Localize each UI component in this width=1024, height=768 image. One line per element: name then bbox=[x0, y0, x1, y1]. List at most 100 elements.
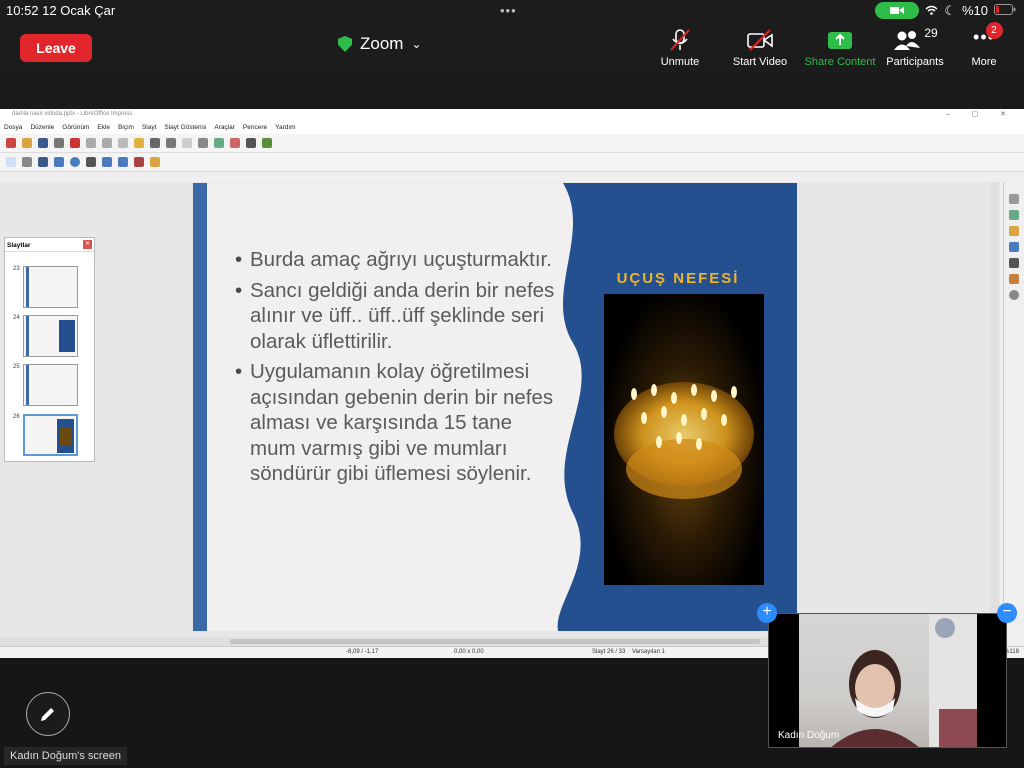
menu-gorunum[interactable]: Görünüm bbox=[62, 124, 89, 131]
share-arrow-icon bbox=[828, 32, 852, 49]
spelling-icon[interactable] bbox=[166, 138, 176, 148]
standard-toolbar bbox=[0, 134, 1024, 153]
moon-icon: ☾ bbox=[944, 2, 956, 18]
menu-bar: Dosya Düzenle Görünüm Ekle Biçim Slayt S… bbox=[0, 120, 1024, 134]
ellipse-icon[interactable] bbox=[70, 157, 80, 167]
menu-duzenle[interactable]: Düzenle bbox=[30, 124, 54, 131]
unmute-button[interactable]: Unmute bbox=[659, 28, 701, 68]
close-pane-icon[interactable]: ✕ bbox=[83, 240, 92, 249]
current-slide[interactable]: Burda amaç ağrıyı uçuşturmaktır. Sancı g… bbox=[193, 183, 797, 631]
status-layout: Varsayılan 1 bbox=[632, 649, 665, 655]
bullet-item: Uygulamanın kolay öğretilmesi açısından … bbox=[235, 359, 560, 487]
thumb-number: 23 bbox=[13, 266, 20, 272]
menu-bicim[interactable]: Biçim bbox=[118, 124, 134, 131]
menu-dosya[interactable]: Dosya bbox=[4, 124, 22, 131]
slide-transition-icon[interactable] bbox=[1009, 210, 1019, 220]
undo-icon[interactable] bbox=[134, 138, 144, 148]
star-icon[interactable] bbox=[118, 157, 128, 167]
annotate-button[interactable] bbox=[26, 692, 70, 736]
menu-yardim[interactable]: Yardım bbox=[275, 124, 295, 131]
share-content-button[interactable]: Share Content bbox=[802, 28, 878, 68]
text-box-icon[interactable] bbox=[246, 138, 256, 148]
status-right: ☾ %10 bbox=[875, 2, 1016, 19]
open-icon[interactable] bbox=[22, 138, 32, 148]
save-icon[interactable] bbox=[38, 138, 48, 148]
participant-name: Kadın Doğum bbox=[778, 730, 840, 741]
expand-video-icon[interactable]: + bbox=[757, 603, 777, 623]
zoom-icon[interactable] bbox=[22, 157, 32, 167]
bullet-item: Burda amaç ağrıyı uçuşturmaktır. bbox=[235, 247, 560, 273]
slide-thumbnail[interactable] bbox=[23, 315, 78, 357]
grid-icon[interactable] bbox=[182, 138, 192, 148]
thumb-number: 25 bbox=[13, 364, 20, 370]
bullet-item: Sancı geldiği anda derin bir nefes alını… bbox=[235, 278, 560, 355]
meeting-title[interactable]: Zoom ⌄ bbox=[338, 34, 422, 54]
slides-pane: Slaytlar ✕ 23 24 25 26 bbox=[4, 237, 95, 462]
paste-icon[interactable] bbox=[118, 138, 128, 148]
fontwork-icon[interactable] bbox=[150, 157, 160, 167]
line-icon[interactable] bbox=[38, 157, 48, 167]
battery-icon bbox=[994, 3, 1016, 18]
participants-button[interactable]: 29 Participants bbox=[883, 26, 947, 68]
sidebar-deck bbox=[1003, 182, 1024, 646]
copy-icon[interactable] bbox=[102, 138, 112, 148]
menu-slayt[interactable]: Slayt bbox=[142, 124, 156, 131]
scroll-thumb[interactable] bbox=[230, 639, 760, 644]
chevron-down-icon: ⌄ bbox=[411, 37, 422, 51]
new-icon[interactable] bbox=[6, 138, 16, 148]
shapes-icon[interactable] bbox=[102, 157, 112, 167]
menu-ekle[interactable]: Ekle bbox=[97, 124, 110, 131]
meeting-title-text: Zoom bbox=[360, 34, 404, 53]
wifi-icon bbox=[925, 3, 938, 18]
window-title: damla nasıl vidoda.pptx - LibreOffice Im… bbox=[12, 111, 133, 117]
select-icon[interactable] bbox=[6, 157, 16, 167]
leave-button[interactable]: Leave bbox=[20, 34, 92, 62]
camera-in-use-icon bbox=[875, 2, 920, 19]
find-icon[interactable] bbox=[150, 138, 160, 148]
slide-accent-bar bbox=[193, 183, 207, 631]
status-size: 0,00 x 0,00 bbox=[454, 649, 484, 655]
slide-thumbnail[interactable] bbox=[23, 266, 78, 308]
zoom-toolbar: 10:52 12 Ocak Çar ••• ☾ %10 Leave Zoom ⌄… bbox=[0, 0, 1024, 75]
window-controls[interactable]: – ▢ ✕ bbox=[946, 109, 1016, 120]
menu-araclar[interactable]: Araçlar bbox=[214, 124, 235, 131]
cut-icon[interactable] bbox=[86, 138, 96, 148]
pencil-icon bbox=[41, 708, 54, 721]
bullet-list: Burda amaç ağrıyı uçuşturmaktır. Sancı g… bbox=[235, 247, 560, 492]
slide-thumbnail[interactable] bbox=[23, 364, 78, 406]
more-dots-icon: ••• 2 bbox=[973, 22, 1003, 52]
styles-icon[interactable] bbox=[1009, 258, 1019, 268]
menu-slayt-gosterisi[interactable]: Slayt Gösterisi bbox=[164, 124, 206, 131]
animation-icon[interactable] bbox=[1009, 226, 1019, 236]
table-icon[interactable] bbox=[198, 138, 208, 148]
navigator-icon[interactable] bbox=[1009, 290, 1019, 300]
properties-icon[interactable] bbox=[1009, 194, 1019, 204]
start-video-button[interactable]: Start Video bbox=[730, 28, 790, 68]
security-shield-icon bbox=[338, 36, 352, 52]
muted-mic-icon bbox=[670, 29, 690, 51]
master-slides-icon[interactable] bbox=[1009, 242, 1019, 252]
slideshow-icon[interactable] bbox=[262, 138, 272, 148]
image-icon[interactable] bbox=[214, 138, 224, 148]
arrow-icon[interactable] bbox=[86, 157, 96, 167]
status-slide: Slayt 26 / 33 bbox=[592, 649, 626, 655]
participant-video-feed bbox=[799, 614, 977, 747]
rectangle-icon[interactable] bbox=[54, 157, 64, 167]
slide-title: UÇUŞ NEFESİ bbox=[616, 270, 740, 287]
print-icon[interactable] bbox=[54, 138, 64, 148]
slide-thumbnail-selected[interactable] bbox=[23, 414, 78, 456]
vertical-scrollbar[interactable] bbox=[990, 182, 999, 642]
participant-video[interactable]: Kadın Doğum bbox=[768, 613, 1007, 748]
minimize-video-icon[interactable]: − bbox=[997, 603, 1017, 623]
multitask-dots-icon[interactable]: ••• bbox=[500, 3, 517, 18]
thumb-number: 26 bbox=[13, 414, 20, 420]
drawing-toolbar bbox=[0, 153, 1024, 172]
pdf-icon[interactable] bbox=[70, 138, 80, 148]
gallery-icon[interactable] bbox=[1009, 274, 1019, 284]
participants-count: 29 bbox=[924, 26, 938, 40]
screen-owner-label: Kadın Doğum's screen bbox=[4, 747, 127, 765]
menu-pencere[interactable]: Pencere bbox=[243, 124, 267, 131]
chart-icon[interactable] bbox=[230, 138, 240, 148]
more-button[interactable]: ••• 2 More bbox=[968, 22, 1003, 68]
rotate-icon[interactable] bbox=[134, 157, 144, 167]
